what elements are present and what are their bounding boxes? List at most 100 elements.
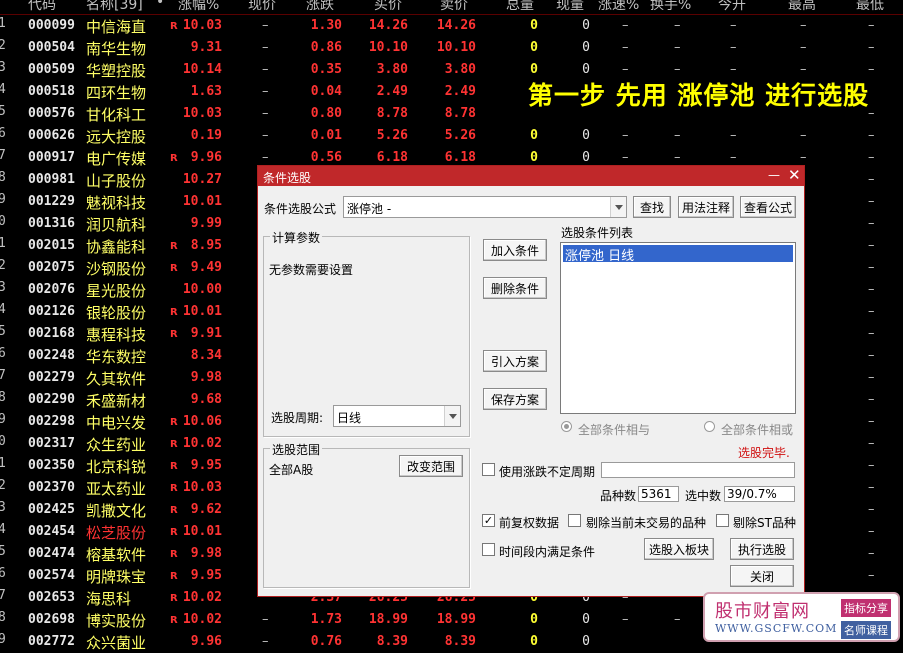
cell-code: 000509 [28,62,75,77]
execute-button[interactable]: 执行选股 [730,538,794,560]
cell-name: 久其软件 [86,370,147,388]
col-low[interactable]: 最低 [856,0,884,14]
cell-d4: – [800,62,807,77]
cell-code: 002075 [28,260,75,275]
cell-pct: 9.31 [190,40,222,55]
cell-d1: – [622,612,629,627]
view-formula-button[interactable]: 查看公式 [740,196,796,218]
indef-period-input[interactable] [601,462,795,478]
col-high[interactable]: 最高 [788,0,816,14]
site-watermark: 股市财富网 WWW.GSCFW.COM 指标分享 名师课程 [703,592,900,642]
time-range-checkbox[interactable] [482,543,495,556]
cell-xq: – [262,62,269,77]
cell-code: 002574 [28,568,75,583]
formula-select[interactable]: 涨停池 - [343,196,627,218]
cell-sj: 2.49 [444,84,476,99]
delete-condition-button[interactable]: 删除条件 [483,277,547,299]
to-block-button[interactable]: 选股入板块 [644,538,714,560]
cell-code: 002298 [28,414,75,429]
cell-name: 南华生物 [86,40,147,58]
cell-d5: – [868,150,875,165]
cell-r: R [170,527,178,538]
close-button[interactable]: 关闭 [730,565,794,587]
tutorial-banner: 第一步 先用 涨停池 进行选股 [528,81,870,110]
cell-r: R [170,461,178,472]
cell-d5: – [868,194,875,209]
col-pct[interactable]: 涨幅% [178,0,219,14]
col-open[interactable]: 今开 [718,0,746,14]
find-button[interactable]: 查找 [633,196,671,218]
indef-period-checkbox[interactable] [482,463,495,476]
exclude-st-checkbox[interactable] [716,514,729,527]
cell-r: R [170,263,178,274]
cell-code: 000576 [28,106,75,121]
cell-code: 001229 [28,194,75,209]
chevron-down-icon[interactable] [610,197,626,217]
exclude-untraded-checkbox[interactable] [568,514,581,527]
cell-d2: – [674,128,681,143]
cell-sj: 18.99 [436,612,476,627]
minimize-icon[interactable]: — [768,168,780,182]
col-cur-volume[interactable]: 现量 [556,0,584,14]
cell-idx: 2 [0,38,6,53]
cell-d5: – [868,216,875,231]
col-change[interactable]: 涨跌 [306,0,334,14]
cell-name: 华东数控 [86,348,147,366]
chevron-down-icon[interactable] [444,406,460,426]
dialog-titlebar[interactable]: 条件选股 — ✕ [258,166,804,186]
period-select[interactable]: 日线 [333,405,461,427]
condition-list[interactable]: 涨停池 日线 [560,242,796,414]
cell-zd: 0.86 [310,40,342,55]
col-name[interactable]: 名称[39] [86,0,143,14]
fq-checkbox[interactable]: ✓ [482,514,495,527]
radio-all-and[interactable] [561,421,572,432]
cell-idx: 8 [0,170,6,185]
cell-zl: 0 [530,150,538,165]
cell-zd: 0.56 [310,150,342,165]
cell-pct: 10.06 [182,414,222,429]
cell-idx: 5 [0,324,6,339]
cell-d5: – [868,326,875,341]
save-scheme-button[interactable]: 保存方案 [483,388,547,410]
table-row[interactable]: 1 000099 中信海直 R 10.03 – 1.30 14.26 14.26 0 0 – – – – – [0,15,903,37]
cell-zl: 0 [530,62,538,77]
import-scheme-button[interactable]: 引入方案 [483,350,547,372]
cell-pct: 8.34 [190,348,222,363]
cell-code: 000917 [28,150,75,165]
cell-xl: 0 [582,62,590,77]
exclude-untraded-label: 剔除当前未交易的品种 [586,516,707,530]
cell-d5: – [868,128,875,143]
radio-all-or[interactable] [704,421,715,432]
cell-idx: 4 [0,82,6,97]
col-speed[interactable]: 涨速% [598,0,639,14]
col-volume[interactable]: 总量 [506,0,534,14]
col-turnover[interactable]: 换手% [650,0,691,14]
col-bid[interactable]: 买价 [374,0,402,14]
cell-mj: 5.26 [376,128,408,143]
count-label: 品种数 [600,489,637,503]
cell-mj: 8.39 [376,634,408,649]
table-row[interactable]: 6 000626 远大控股 0.19 – 0.01 5.26 5.26 0 0 – – – – – [0,125,903,147]
cell-pct: 10.27 [182,172,222,187]
cell-xq: – [262,150,269,165]
list-item[interactable]: 涨停池 日线 [563,245,793,264]
cell-d2: – [674,18,681,33]
cell-d2: – [674,150,681,165]
cell-sj: 8.78 [444,106,476,121]
cell-idx: 6 [0,346,6,361]
cell-d5: – [868,238,875,253]
col-price[interactable]: 现价 [248,0,276,14]
cell-d3: – [730,150,737,165]
cell-name: 凯撒文化 [86,502,147,520]
cell-name: 润贝航科 [86,216,147,234]
table-row[interactable]: 2 000504 南华生物 9.31 – 0.86 10.10 10.10 0 0 – – – – – [0,37,903,59]
usage-notes-button[interactable]: 用法注释 [678,196,734,218]
col-ask[interactable]: 卖价 [440,0,468,14]
cell-xl: 0 [582,634,590,649]
range-group: 选股范围 全部A股 改变范围 [263,441,470,588]
col-code[interactable]: 代码 [28,0,56,14]
close-icon[interactable]: ✕ [788,166,801,184]
change-range-button[interactable]: 改变范围 [399,455,463,477]
cell-code: 002126 [28,304,75,319]
add-condition-button[interactable]: 加入条件 [483,239,547,261]
